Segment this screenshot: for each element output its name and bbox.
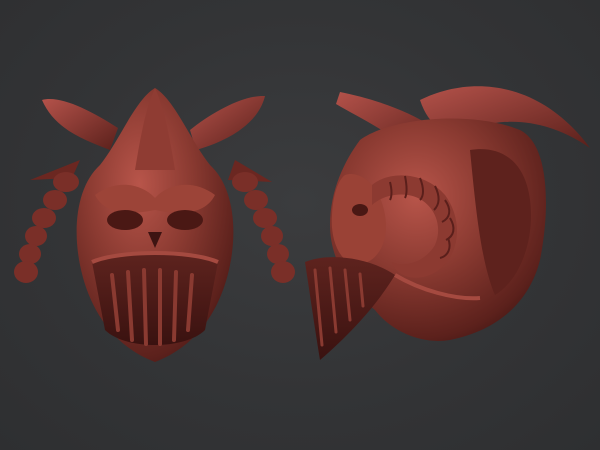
render-viewport — [0, 0, 600, 450]
right-eye-socket — [167, 210, 203, 230]
right-horn — [190, 95, 265, 150]
right-braid — [232, 172, 295, 283]
helmet-side-view — [305, 86, 590, 360]
helmet-front-view — [14, 88, 295, 362]
left-braid — [14, 172, 79, 283]
sculpt-render — [14, 86, 590, 362]
left-horn — [42, 99, 118, 150]
left-eye-socket — [107, 210, 143, 230]
front-face-grill — [92, 253, 218, 345]
